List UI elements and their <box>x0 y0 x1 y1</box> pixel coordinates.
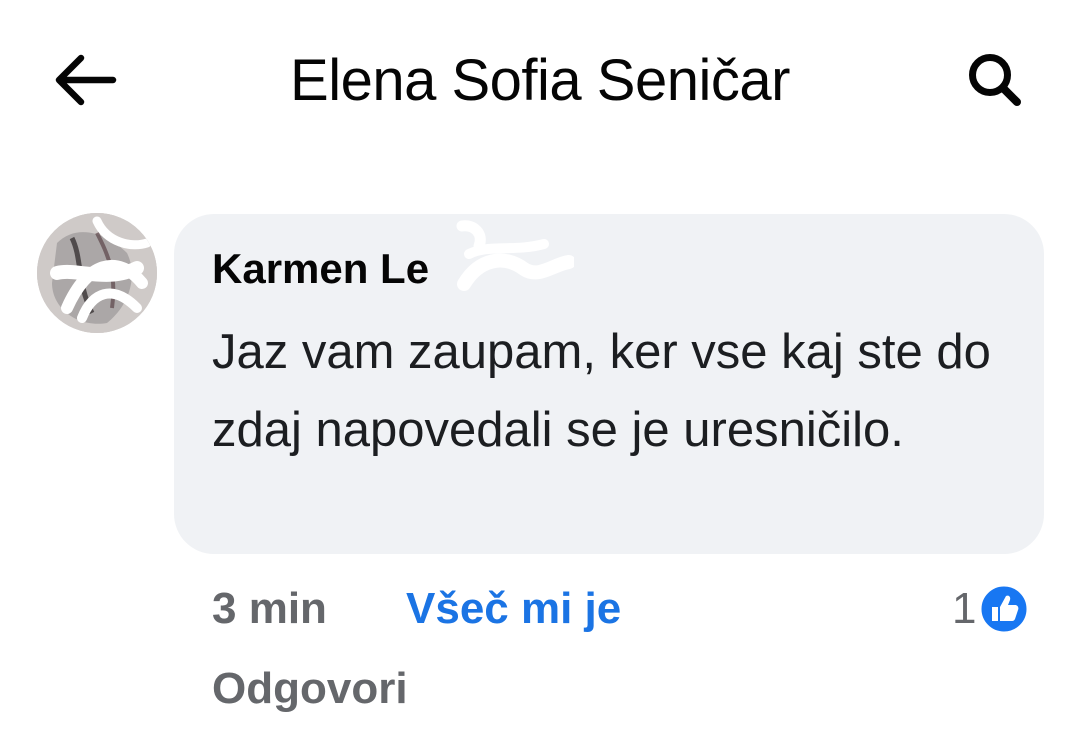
page-title: Elena Sofia Seničar <box>290 48 790 113</box>
like-button[interactable]: Všeč mi je <box>406 581 621 637</box>
comment-timestamp: 3 min <box>212 584 327 633</box>
comment-author-name: Karmen Le <box>212 245 430 292</box>
reply-button[interactable]: Odgovori <box>212 661 408 717</box>
back-button[interactable] <box>44 44 124 116</box>
comment-text: Jaz vam zaupam, ker vse kaj ste do zdaj … <box>212 325 991 457</box>
top-bar: Elena Sofia Seničar <box>0 0 1080 165</box>
reaction-count: 1 <box>952 584 977 633</box>
redaction-scribble <box>456 220 574 291</box>
reaction-summary[interactable]: 1 <box>952 579 1030 639</box>
avatar[interactable] <box>37 213 157 333</box>
arrow-left-icon <box>55 54 117 106</box>
search-button[interactable] <box>955 42 1035 118</box>
comment-author[interactable]: Karmen Le <box>212 241 429 297</box>
search-icon <box>969 54 1021 106</box>
comment-bubble[interactable]: Karmen Le Jaz vam zaupam, ker vse kaj st… <box>174 214 1044 554</box>
thumbs-up-icon <box>978 583 1030 635</box>
avatar-image <box>37 213 157 333</box>
